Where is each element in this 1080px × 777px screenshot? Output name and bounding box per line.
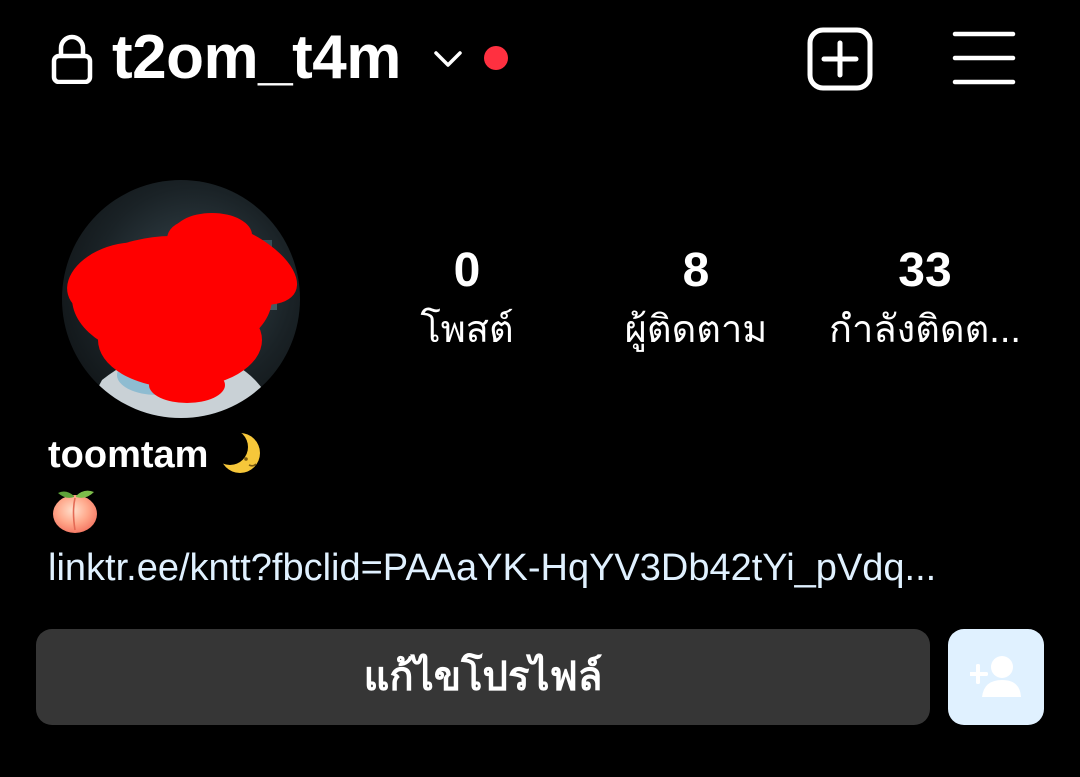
edit-profile-button[interactable]: แก้ไขโปรไฟล์ xyxy=(36,629,930,725)
crescent-moon-icon xyxy=(216,429,261,473)
stat-following[interactable]: 33 กำลังติดต... xyxy=(815,242,1035,356)
add-person-icon xyxy=(970,656,1021,697)
create-post-button[interactable] xyxy=(806,26,874,92)
profile-header: t2om_t4m xyxy=(0,0,1080,118)
display-name: toomtam xyxy=(48,428,264,482)
username[interactable]: t2om_t4m xyxy=(112,22,401,94)
discover-people-button[interactable] xyxy=(948,629,1044,725)
hamburger-menu-icon[interactable] xyxy=(952,30,1016,86)
stat-posts[interactable]: 0 โพสต์ xyxy=(357,242,577,356)
notification-dot xyxy=(484,46,508,70)
avatar-photo-redacted xyxy=(62,180,300,418)
followers-label: ผู้ติดตาม xyxy=(624,309,768,351)
lock-icon xyxy=(51,34,93,84)
peach-icon xyxy=(53,490,97,533)
following-label: กำลังติดต... xyxy=(829,309,1021,351)
display-name-text: toomtam xyxy=(48,434,209,476)
posts-count: 0 xyxy=(453,244,481,297)
following-count: 33 xyxy=(898,244,952,297)
followers-count: 8 xyxy=(682,244,710,297)
bio-link[interactable]: linktr.ee/kntt?fbclid=PAAaYK-HqYV3Db42tY… xyxy=(48,540,1028,596)
stat-followers[interactable]: 8 ผู้ติดตาม xyxy=(586,242,806,356)
avatar[interactable] xyxy=(62,180,300,418)
chevron-down-icon[interactable] xyxy=(430,44,466,74)
posts-label: โพสต์ xyxy=(420,309,514,351)
